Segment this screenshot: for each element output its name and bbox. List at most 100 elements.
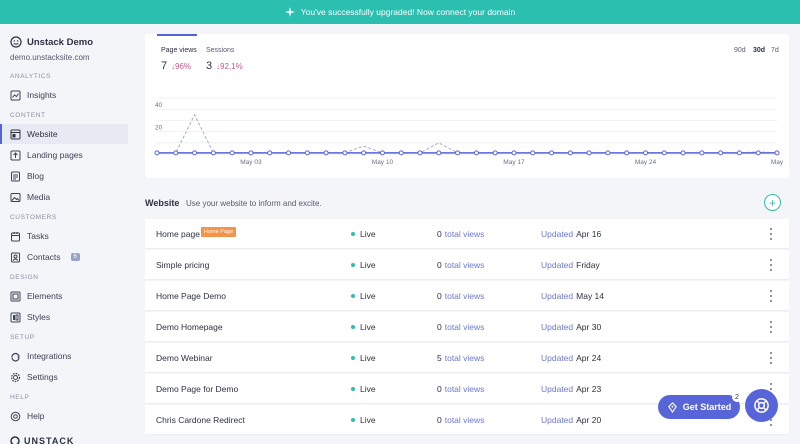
views-label: total views — [444, 353, 485, 363]
range-30d-button[interactable]: 30d — [753, 47, 765, 54]
updated-label: Updated — [541, 353, 574, 363]
row-menu-icon[interactable] — [768, 227, 774, 241]
metric-page-views-label[interactable]: Page views — [161, 47, 197, 54]
status-text: Live — [360, 322, 376, 332]
page-name[interactable]: Simple pricing — [156, 260, 209, 270]
page-name[interactable]: Home Page Demo — [156, 291, 226, 301]
list-item[interactable]: Demo Homepage Live 0 total views Updated A… — [145, 312, 789, 342]
data-point — [229, 150, 235, 156]
sidebar: Unstack Demo demo.unstacksite.com ANALYT… — [0, 24, 128, 444]
list-item[interactable]: Simple pricing Live 0 total views Updated… — [145, 250, 789, 280]
range-90d-button[interactable]: 90d — [734, 47, 746, 54]
sidebar-item-contacts[interactable]: Contacts 6 — [0, 247, 128, 267]
help-lifebuoy-button[interactable] — [745, 389, 778, 422]
landing-pages-icon — [10, 150, 21, 160]
upgrade-banner[interactable]: You've successfully upgraded! Now connec… — [0, 0, 800, 24]
list-item[interactable]: Home Page Demo Live 0 total views Updated… — [145, 281, 789, 311]
sidebar-item-media[interactable]: Media — [0, 187, 128, 207]
metric-sessions-label[interactable]: Sessions — [206, 47, 234, 54]
range-7d-button[interactable]: 7d — [771, 47, 779, 54]
data-point — [492, 150, 498, 156]
website-icon — [10, 129, 21, 139]
list-item[interactable]: Demo Webinar Live 5 total views Updated Ap… — [145, 343, 789, 373]
sidebar-item-elements[interactable]: Elements — [0, 286, 128, 306]
data-point — [173, 150, 179, 156]
data-point — [248, 150, 254, 156]
page-views: 0 total views — [437, 384, 484, 394]
views-count: 0 — [437, 322, 442, 332]
integrations-icon — [11, 352, 20, 362]
lifebuoy-icon — [754, 398, 769, 413]
section-help: HELP — [10, 394, 30, 401]
data-point — [605, 150, 611, 156]
smiley-icon — [10, 36, 22, 48]
get-started-label: Get Started — [682, 402, 732, 412]
data-point — [267, 150, 273, 156]
add-page-button[interactable]: + — [764, 194, 781, 211]
sidebar-item-label: Contacts — [27, 252, 61, 262]
live-dot-icon — [351, 294, 355, 298]
sidebar-item-styles[interactable]: Styles — [0, 307, 128, 327]
sidebar-item-website[interactable]: Website — [0, 124, 128, 144]
views-count: 0 — [437, 260, 442, 270]
updated-label: Updated — [541, 384, 574, 394]
sidebar-item-integrations[interactable]: Integrations — [0, 346, 128, 366]
data-point — [511, 150, 517, 156]
page-name[interactable]: Home page — [156, 229, 200, 239]
unstack-logo-icon — [10, 436, 20, 444]
live-dot-icon — [351, 263, 355, 267]
page-views: 5 total views — [437, 353, 484, 363]
status-text: Live — [360, 415, 376, 425]
page-name[interactable]: Demo Homepage — [156, 322, 223, 332]
sidebar-item-settings[interactable]: Settings — [0, 367, 128, 387]
page-name[interactable]: Demo Page for Demo — [156, 384, 238, 394]
page-updated: Updated Friday — [541, 260, 600, 270]
home-page-tag: Home Page — [201, 227, 237, 237]
row-menu-icon[interactable] — [768, 258, 774, 272]
page-status: Live — [351, 415, 376, 425]
settings-icon — [10, 372, 21, 382]
data-point — [661, 150, 667, 156]
views-label: total views — [444, 322, 485, 332]
help-icon — [10, 411, 21, 421]
row-menu-icon[interactable] — [768, 351, 774, 365]
data-point — [567, 150, 573, 156]
sidebar-item-insights[interactable]: Insights — [0, 85, 128, 105]
site-domain[interactable]: demo.unstacksite.com — [10, 53, 90, 62]
footer-logo-text: UNSTACK — [24, 436, 75, 444]
x-tick-label: May 24 — [635, 159, 657, 166]
sidebar-item-landing-pages[interactable]: Landing pages — [0, 145, 128, 165]
styles-icon — [10, 312, 21, 322]
metric-sessions-value: 3 — [206, 60, 213, 72]
list-item[interactable]: Home page Home Page Live 0 total views Up… — [145, 219, 789, 249]
sidebar-item-help[interactable]: Help — [0, 406, 128, 426]
plus-icon: + — [768, 195, 776, 210]
page-views: 0 total views — [437, 229, 484, 239]
y-tick-label: 40 — [155, 102, 163, 109]
sidebar-item-label: Insights — [27, 90, 57, 100]
unstack-logo: UNSTACK — [10, 436, 74, 444]
insights-icon — [10, 90, 21, 100]
metric-page-views-value: 7 — [161, 60, 168, 72]
banner-text: You've successfully upgraded! Now connec… — [300, 7, 516, 17]
sidebar-item-tasks[interactable]: Tasks — [0, 226, 128, 246]
data-point — [436, 150, 442, 156]
active-metric-indicator — [157, 34, 197, 36]
updated-label: Updated — [541, 291, 574, 301]
page-status: Live — [351, 229, 376, 239]
row-menu-icon[interactable] — [768, 320, 774, 334]
metric-page-views-change: ↓96% — [171, 62, 192, 71]
page-status: Live — [351, 291, 376, 301]
sidebar-item-blog[interactable]: Blog — [0, 166, 128, 186]
page-name[interactable]: Demo Webinar — [156, 353, 213, 363]
site-switcher[interactable]: Unstack Demo — [10, 36, 93, 48]
contacts-icon — [11, 252, 20, 262]
get-started-button[interactable]: Get Started — [658, 395, 740, 419]
row-menu-icon[interactable] — [768, 289, 774, 303]
page-name[interactable]: Chris Cardone Redirect — [156, 415, 245, 425]
data-point — [774, 150, 780, 156]
contacts-count-badge: 6 — [70, 253, 80, 261]
data-point — [398, 150, 404, 156]
updated-label: Updated — [541, 415, 574, 425]
live-dot-icon — [351, 325, 355, 329]
